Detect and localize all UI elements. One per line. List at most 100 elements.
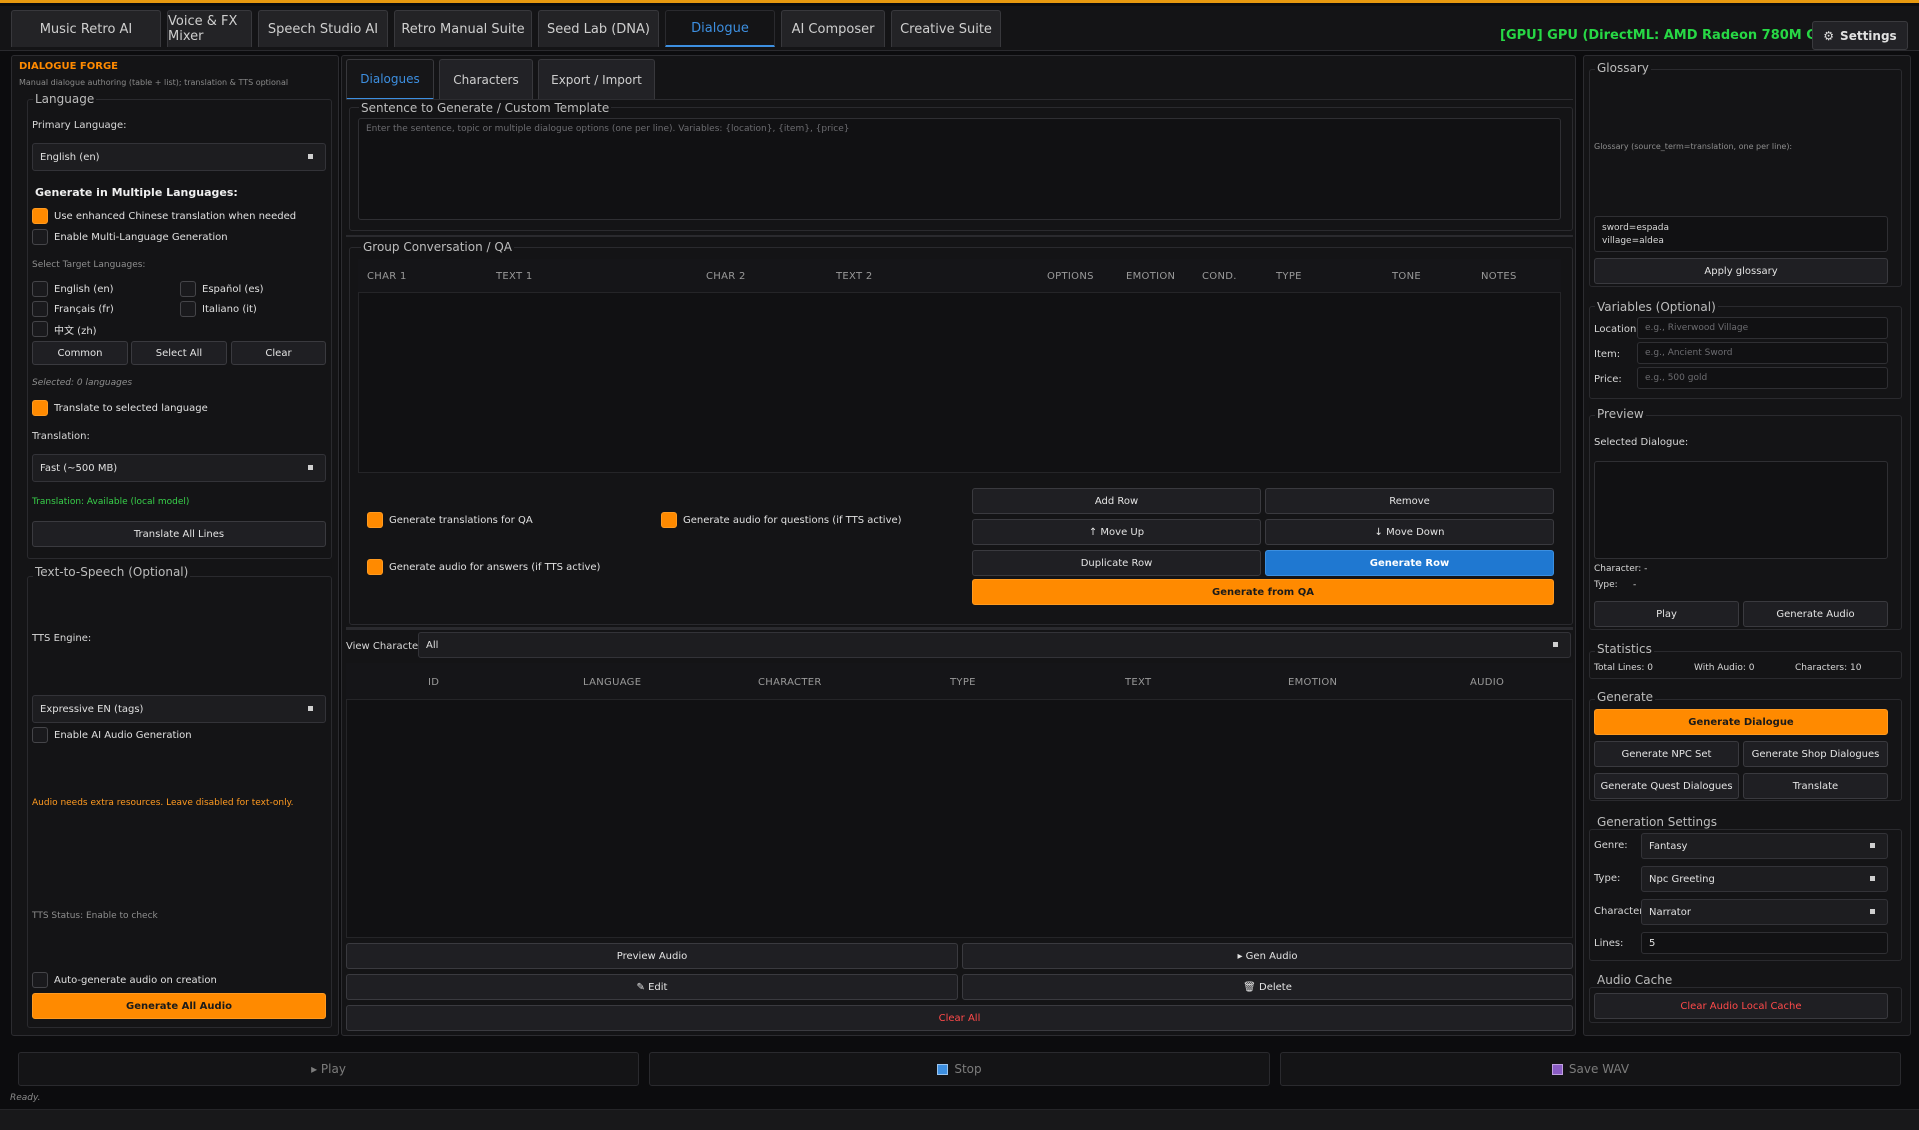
type-select[interactable]: Npc Greeting <box>1641 866 1888 892</box>
selected-count: Selected: 0 languages <box>32 378 133 388</box>
duplicate-row-button[interactable]: Duplicate Row <box>972 550 1261 576</box>
list-header-id[interactable]: ID <box>428 677 439 688</box>
sentence-input[interactable]: Enter the sentence, topic or multiple di… <box>358 118 1561 220</box>
select-all-button[interactable]: Select All <box>131 341 227 365</box>
lines-spinbox[interactable]: 5 <box>1641 932 1888 954</box>
tab-dialogue[interactable]: Dialogue <box>665 10 775 47</box>
generate-shop-dialogues-button[interactable]: Generate Shop Dialogues <box>1743 741 1888 767</box>
location-input[interactable]: e.g., Riverwood Village <box>1637 317 1888 339</box>
settings-button[interactable]: ⚙ Settings <box>1812 21 1908 50</box>
play-preview-button[interactable]: Play <box>1594 601 1739 627</box>
preview-audio-button[interactable]: Preview Audio <box>346 943 958 969</box>
subtab-dialogues[interactable]: Dialogues <box>346 59 434 100</box>
lang-french-checkbox[interactable]: Français (fr) <box>32 301 114 317</box>
list-header-language[interactable]: LANGUAGE <box>583 677 641 688</box>
edit-button[interactable]: ✎ Edit <box>346 974 958 1000</box>
dropdown-icon <box>1870 843 1875 848</box>
clear-audio-cache-button[interactable]: Clear Audio Local Cache <box>1594 993 1888 1019</box>
qa-header-tone[interactable]: TONE <box>1392 271 1421 282</box>
view-character-select[interactable]: All <box>418 632 1571 658</box>
lang-chinese-checkbox[interactable]: 中文 (zh) <box>32 321 97 337</box>
delete-button[interactable]: 🗑 Delete <box>962 974 1573 1000</box>
checkbox-checked-icon <box>661 512 677 528</box>
translation-model-select[interactable]: Fast (~500 MB) <box>32 454 326 482</box>
tab-ai-composer[interactable]: AI Composer <box>781 10 885 47</box>
enable-ai-audio-checkbox[interactable]: Enable AI Audio Generation <box>32 727 192 743</box>
gen-translations-qa-checkbox[interactable]: Generate translations for QA <box>367 512 533 528</box>
gen-audio-answers-checkbox[interactable]: Generate audio for answers (if TTS activ… <box>367 559 600 575</box>
floppy-disk-icon <box>1551 1063 1563 1075</box>
generate-audio-button[interactable]: Generate Audio <box>1743 601 1888 627</box>
tts-engine-select[interactable]: Expressive EN (tags) <box>32 695 326 723</box>
checkbox-icon <box>180 301 196 317</box>
qa-header-emotion[interactable]: EMOTION <box>1126 271 1175 282</box>
genre-select[interactable]: Fantasy <box>1641 833 1888 859</box>
add-row-button[interactable]: Add Row <box>972 488 1261 514</box>
qa-header-char1[interactable]: CHAR 1 <box>367 271 407 282</box>
character-select[interactable]: Narrator <box>1641 899 1888 925</box>
preview-type-value: - <box>1633 580 1637 590</box>
splitter[interactable] <box>346 627 1573 630</box>
qa-header-text1[interactable]: TEXT 1 <box>496 271 533 282</box>
dropdown-icon <box>308 706 313 711</box>
clear-languages-button[interactable]: Clear <box>231 341 326 365</box>
tab-seed-lab[interactable]: Seed Lab (DNA) <box>538 10 659 47</box>
stop-button[interactable]: Stop <box>649 1052 1270 1086</box>
generate-all-audio-button[interactable]: Generate All Audio <box>32 993 326 1019</box>
enable-multi-language-checkbox[interactable]: Enable Multi-Language Generation <box>32 229 228 245</box>
save-wav-button[interactable]: Save WAV <box>1280 1052 1901 1086</box>
subtab-characters[interactable]: Characters <box>439 59 533 100</box>
checkbox-checked-icon <box>367 512 383 528</box>
price-input[interactable]: e.g., 500 gold <box>1637 367 1888 389</box>
tab-creative-suite[interactable]: Creative Suite <box>891 10 1001 47</box>
list-header-character[interactable]: CHARACTER <box>758 677 822 688</box>
qa-header-cond[interactable]: COND. <box>1202 271 1237 282</box>
clear-all-button[interactable]: Clear All <box>346 1005 1573 1031</box>
gen-audio-questions-checkbox[interactable]: Generate audio for questions (if TTS act… <box>661 512 902 528</box>
apply-glossary-button[interactable]: Apply glossary <box>1594 258 1888 284</box>
translate-selected-checkbox[interactable]: Translate to selected language <box>32 400 208 416</box>
tab-music-retro-ai[interactable]: Music Retro AI <box>11 10 161 47</box>
list-header-audio[interactable]: AUDIO <box>1470 677 1504 688</box>
generate-row-button[interactable]: Generate Row <box>1265 550 1554 576</box>
enhanced-chinese-checkbox[interactable]: Use enhanced Chinese translation when ne… <box>32 208 296 224</box>
remove-row-button[interactable]: Remove <box>1265 488 1554 514</box>
subtab-export-import[interactable]: Export / Import <box>538 59 655 100</box>
lang-english-checkbox[interactable]: English (en) <box>32 281 114 297</box>
lang-italian-checkbox[interactable]: Italiano (it) <box>180 301 257 317</box>
lang-spanish-checkbox[interactable]: Español (es) <box>180 281 264 297</box>
list-header-type[interactable]: TYPE <box>950 677 976 688</box>
play-button[interactable]: ▸ Play <box>18 1052 639 1086</box>
tab-retro-manual-suite[interactable]: Retro Manual Suite <box>394 10 532 47</box>
list-header-text[interactable]: TEXT <box>1125 677 1151 688</box>
generate-quest-dialogues-button[interactable]: Generate Quest Dialogues <box>1594 773 1739 799</box>
splitter[interactable] <box>346 235 1573 237</box>
dropdown-icon <box>308 465 313 470</box>
gen-audio-button[interactable]: ▸ Gen Audio <box>962 943 1573 969</box>
qa-header-type[interactable]: TYPE <box>1276 271 1302 282</box>
qa-header-text2[interactable]: TEXT 2 <box>836 271 873 282</box>
qa-header-char2[interactable]: CHAR 2 <box>706 271 746 282</box>
glossary-input[interactable]: sword=espada village=aldea <box>1594 216 1888 252</box>
lines-label: Lines: <box>1594 938 1624 949</box>
translate-button[interactable]: Translate <box>1743 773 1888 799</box>
preview-character: Character: - <box>1594 564 1648 574</box>
qa-header-options[interactable]: OPTIONS <box>1047 271 1094 282</box>
auto-generate-checkbox[interactable]: Auto-generate audio on creation <box>32 972 217 988</box>
tab-speech-studio-ai[interactable]: Speech Studio AI <box>258 10 388 47</box>
translation-status: Translation: Available (local model) <box>32 497 190 507</box>
list-header-emotion[interactable]: EMOTION <box>1288 677 1337 688</box>
move-up-button[interactable]: ↑ Move Up <box>972 519 1261 545</box>
generate-from-qa-button[interactable]: Generate from QA <box>972 579 1554 605</box>
move-down-button[interactable]: ↓ Move Down <box>1265 519 1554 545</box>
generate-dialogue-button[interactable]: Generate Dialogue <box>1594 709 1888 735</box>
translate-all-lines-button[interactable]: Translate All Lines <box>32 521 326 547</box>
generate-npc-set-button[interactable]: Generate NPC Set <box>1594 741 1739 767</box>
dropdown-icon <box>308 154 313 159</box>
common-button[interactable]: Common <box>32 341 128 365</box>
primary-language-select[interactable]: English (en) <box>32 143 326 171</box>
item-input[interactable]: e.g., Ancient Sword <box>1637 342 1888 364</box>
tab-voice-fx-mixer[interactable]: Voice & FX Mixer <box>167 10 252 47</box>
qa-header-notes[interactable]: NOTES <box>1481 271 1517 282</box>
dialogue-list-table[interactable] <box>346 663 1573 938</box>
